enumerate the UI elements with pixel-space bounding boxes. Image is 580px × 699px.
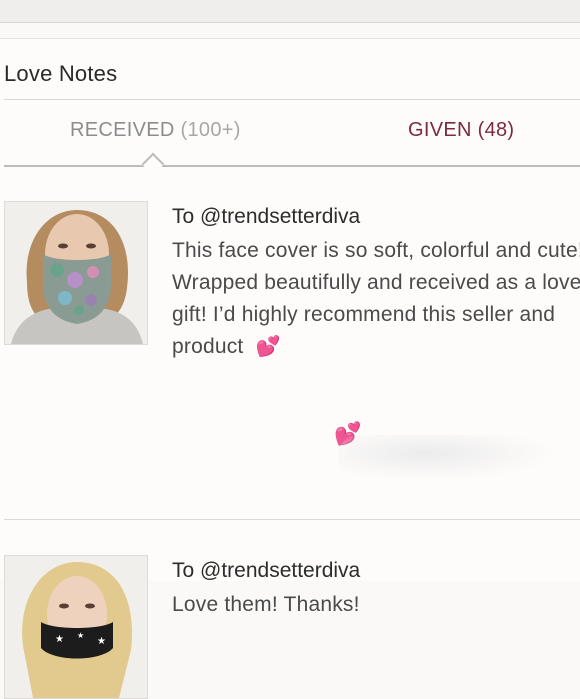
tab-given[interactable]: GIVEN (48) [408,119,514,142]
product-thumbnail[interactable]: ★ ★ ★ [4,555,148,699]
note-body-text: This face cover is so soft, colorful and… [172,239,580,358]
blurred-overlay [338,435,558,481]
tab-given-count: (48) [477,119,515,141]
product-photo-face-mask: ★ ★ ★ [5,556,147,698]
note-recipient[interactable]: To @trendsetterdiva [172,205,580,229]
page-title: Love Notes [4,61,118,86]
hearts-icon: 💕 [255,336,281,358]
tabs: RECEIVED (100+) GIVEN (48) [4,101,580,165]
tab-received-count: (100+) [180,119,241,141]
svg-text:★: ★ [97,636,106,647]
love-notes-panel: Love Notes RECEIVED (100+) GIVEN (48) To… [0,38,580,699]
note-divider [4,519,580,520]
tab-given-label: GIVEN [408,119,472,141]
note-body: This face cover is so soft, colorful and… [172,235,580,363]
svg-text:★: ★ [77,631,84,640]
note-recipient[interactable]: To @trendsetterdiva [172,559,580,583]
tab-divider [4,165,580,167]
product-photo-face-cover [5,202,147,344]
header-divider [4,99,580,100]
top-bar [0,0,580,23]
tab-received[interactable]: RECEIVED (100+) [70,119,241,142]
note-content: To @trendsetterdiva This face cover is s… [172,201,580,363]
tab-received-label: RECEIVED [70,119,175,141]
note-body: Love them! Thanks! [172,593,360,616]
svg-text:★: ★ [55,634,64,645]
product-thumbnail[interactable] [4,201,148,345]
note-content: To @trendsetterdiva Love them! Thanks! [172,555,580,621]
